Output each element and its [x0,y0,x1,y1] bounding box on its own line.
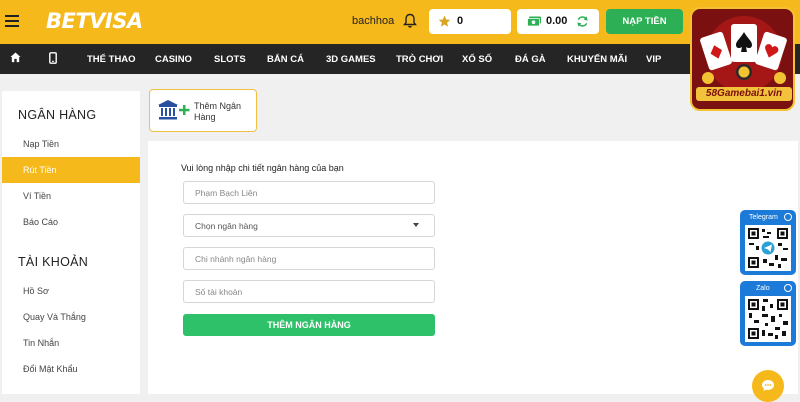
chat-icon [762,380,774,391]
zalo-qr-card[interactable]: Zalo [740,281,796,346]
bank-select[interactable]: Chọn ngân hàng [183,214,435,237]
bank-select-value: Chọn ngân hàng [195,221,258,231]
sidebar-item-withdraw[interactable]: Rút Tiền [2,157,140,183]
playing-cards-image [700,16,787,90]
branch-input[interactable] [184,248,434,269]
nav-item-vip[interactable]: VIP [646,54,661,65]
sidebar-item-profile[interactable]: Hồ Sơ [2,278,140,304]
logo[interactable]: BETVISA [46,9,143,33]
sidebar-item-change-password[interactable]: Đổi Mật Khẩu [2,356,140,382]
close-icon[interactable] [784,284,792,292]
add-bank-card[interactable]: Thêm Ngân Hàng [149,89,257,132]
points-pill[interactable]: 0 [429,9,511,34]
balance-value: 0.00 [546,15,568,27]
nav-item-slots[interactable]: SLOTS [214,54,246,65]
account-number-input[interactable] [184,281,434,302]
top-bar: BETVISA bachhoa 0 0.00 NẠP TIỀN [0,0,800,44]
account-name-field[interactable] [183,181,435,204]
add-bank-submit-button[interactable]: THÊM NGÂN HÀNG [183,314,435,336]
bank-add-icon [158,100,190,120]
nav-item-games[interactable]: TRÒ CHƠI [396,54,443,65]
deposit-button[interactable]: NẠP TIỀN [606,9,683,34]
sidebar: NGÂN HÀNG Nạp Tiền Rút Tiền Ví Tiền Báo … [2,91,140,394]
chevron-down-icon [413,223,419,227]
money-icon [527,16,541,27]
telegram-label: Telegram [749,214,778,221]
telegram-qr-card[interactable]: Telegram [740,210,796,275]
star-icon [438,15,451,27]
bell-icon[interactable] [403,13,417,29]
mobile-icon[interactable] [49,52,57,64]
username[interactable]: bachhoa [352,15,394,27]
nav-item-3d-games[interactable]: 3D GAMES [326,54,376,65]
nav-item-cockfight[interactable]: ĐÁ GÀ [515,54,546,65]
chat-button[interactable] [752,370,784,402]
sidebar-item-spin-win[interactable]: Quay Và Thắng [2,304,140,330]
add-bank-label: Thêm Ngân Hàng [194,101,242,122]
zalo-qr-code[interactable] [745,296,791,342]
home-icon[interactable] [10,52,21,63]
nav-item-sports[interactable]: THỂ THAO [87,54,136,65]
nav-item-fishing[interactable]: BẮN CÁ [267,54,304,65]
promo-banner-label: 58Gamebai1.vin [696,87,792,101]
bank-form-panel: Vui lòng nhập chi tiết ngân hàng của bạn… [148,141,798,394]
form-title: Vui lòng nhập chi tiết ngân hàng của bạn [181,163,344,173]
zalo-label: Zalo [756,285,770,292]
balance-pill[interactable]: 0.00 [517,9,599,34]
main-nav: THỂ THAO CASINO SLOTS BẮN CÁ 3D GAMES TR… [0,44,800,74]
telegram-qr-code[interactable] [745,225,791,271]
branch-field[interactable] [183,247,435,270]
promo-banner[interactable]: 58Gamebai1.vin [690,7,795,111]
sidebar-item-wallet[interactable]: Ví Tiền [2,183,140,209]
nav-item-casino[interactable]: CASINO [155,54,192,65]
account-name-input[interactable] [184,182,434,203]
account-number-field[interactable] [183,280,435,303]
sidebar-heading-bank: NGÂN HÀNG [18,108,97,122]
nav-item-lottery[interactable]: XỔ SỐ [462,54,492,65]
sidebar-item-report[interactable]: Báo Cáo [2,209,140,235]
refresh-icon[interactable] [576,15,589,28]
sidebar-item-deposit[interactable]: Nạp Tiền [2,131,140,157]
close-icon[interactable] [784,213,792,221]
menu-icon[interactable] [5,15,19,27]
sidebar-heading-account: TÀI KHOẢN [18,255,89,269]
nav-item-promotions[interactable]: KHUYẾN MÃI [567,54,627,65]
sidebar-item-messages[interactable]: Tin Nhắn [2,330,140,356]
points-value: 0 [457,15,464,27]
